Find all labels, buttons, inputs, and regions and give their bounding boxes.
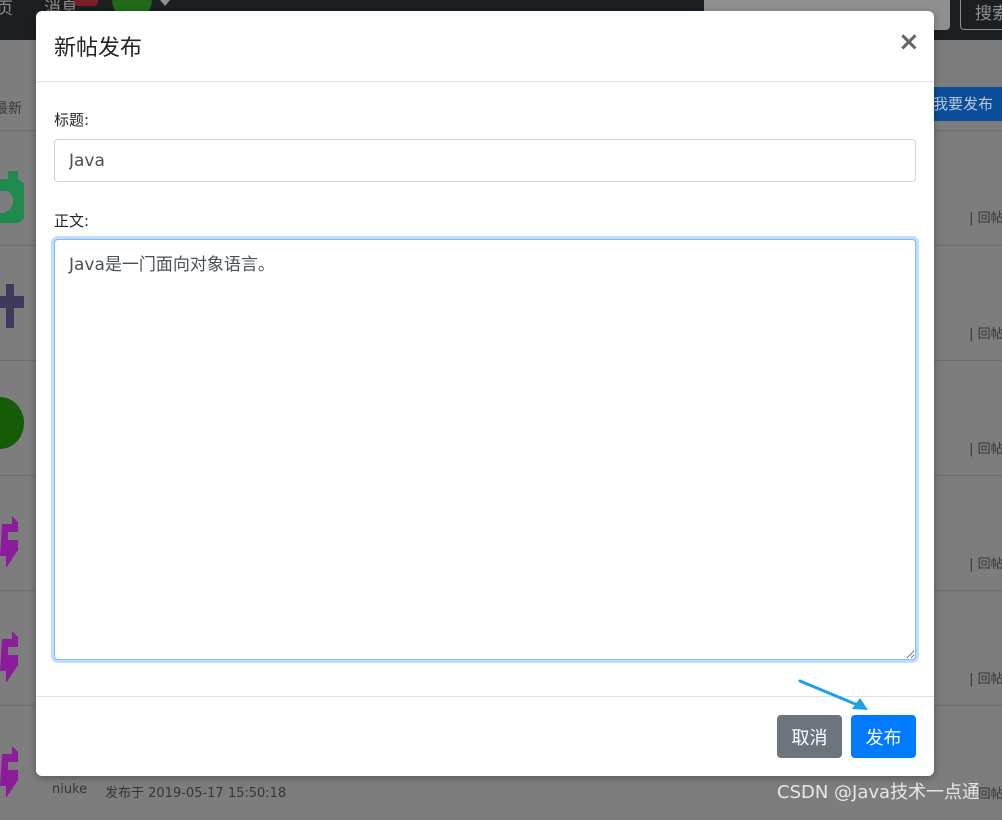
publish-button[interactable]: 发布 xyxy=(851,715,916,758)
post-reply-count: | 回帖 7 xyxy=(969,211,1002,226)
post-reply-count: | 回帖 7 xyxy=(969,672,1002,687)
open-publish-button[interactable]: 我要发布 xyxy=(925,87,1002,121)
post-avatar-icon xyxy=(0,397,24,449)
post-reply-count: | 回帖 7 xyxy=(969,557,1002,572)
post-avatar-icon xyxy=(0,746,18,798)
tab-newest[interactable]: 最新 xyxy=(0,98,22,118)
post-avatar-icon xyxy=(0,171,24,223)
cancel-button[interactable]: 取消 xyxy=(777,715,842,758)
post-avatar-icon xyxy=(0,516,18,568)
title-label: 标题: xyxy=(54,111,90,129)
watermark: CSDN @Java技术一点通 xyxy=(777,782,981,803)
search-button[interactable]: 搜索 xyxy=(960,0,1002,30)
body-label: 正文: xyxy=(54,212,90,230)
post-reply-count: | 回帖 7 xyxy=(969,327,1002,342)
post-reply-count: 回帖 7 xyxy=(977,787,1002,802)
close-icon[interactable]: × xyxy=(898,27,920,57)
body-textarea[interactable]: Java是一门面向对象语言。 xyxy=(54,239,916,660)
post-avatar-icon xyxy=(0,631,18,683)
modal-title: 新帖发布 xyxy=(54,36,143,61)
chevron-down-icon[interactable] xyxy=(160,0,170,6)
publish-post-modal: 新帖发布 × 标题: 正文: Java是一门面向对象语言。 取消 发布 xyxy=(36,11,934,776)
post-avatar-icon xyxy=(0,284,24,328)
modal-header: 新帖发布 × xyxy=(36,11,934,82)
post-time: 发布于 2019-05-17 15:50:18 xyxy=(105,786,287,801)
post-reply-count: | 回帖 7 xyxy=(969,442,1002,457)
annotation-arrow-icon xyxy=(798,679,868,710)
title-input[interactable] xyxy=(54,139,916,182)
message-count-badge xyxy=(74,0,98,6)
nav-home-link[interactable]: 页 xyxy=(0,0,13,19)
post-author[interactable]: niuke xyxy=(52,782,87,797)
